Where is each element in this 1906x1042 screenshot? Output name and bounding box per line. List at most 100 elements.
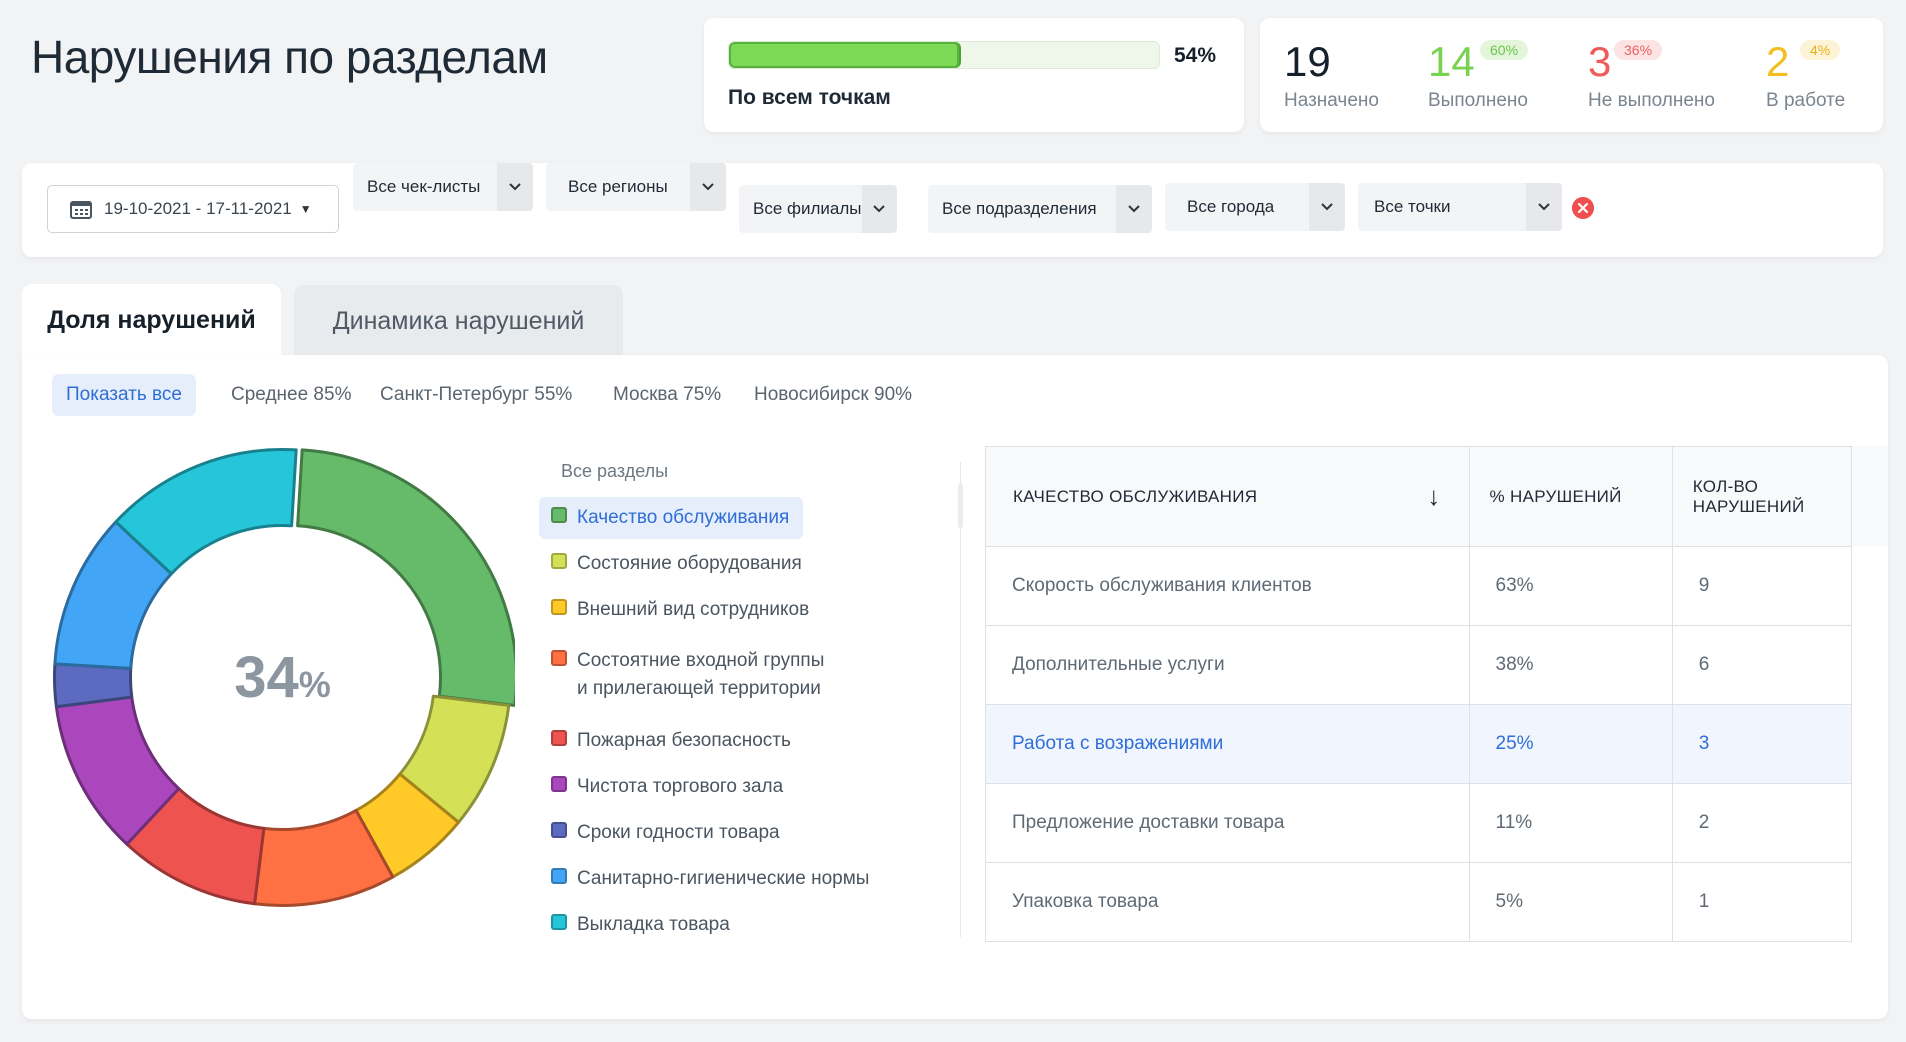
legend-item[interactable]: Чистота торгового зала <box>539 766 797 808</box>
legend-label: Сроки годности товара <box>577 822 780 843</box>
table-header-edge <box>1852 446 1888 546</box>
column-header-category[interactable]: КАЧЕСТВО ОБСЛУЖИВАНИЯ ↓ <box>985 446 1470 547</box>
date-range-picker[interactable]: 19-10-2021 - 17-11-2021 ▼ <box>47 185 339 233</box>
chevron-down-icon <box>861 185 897 233</box>
tab-violations-dynamics[interactable]: Динамика нарушений <box>294 285 623 357</box>
donut-center-value: 34 % <box>50 445 515 910</box>
stat-label: В работе <box>1766 90 1846 111</box>
header-label: КАЧЕСТВО ОБСЛУЖИВАНИЯ <box>1013 486 1258 506</box>
cell-count: 2 <box>1671 783 1853 863</box>
cell-count: 9 <box>1671 546 1853 626</box>
select-label: Все чек-листы <box>367 177 481 196</box>
legend-item[interactable]: Качество обслуживания <box>539 497 804 539</box>
legend-label: Санитарно-гигиенические нормы <box>577 868 870 889</box>
stat-label: Назначено <box>1284 90 1379 111</box>
column-header-count[interactable]: КОЛ-ВО НАРУШЕНИЙ <box>1671 446 1853 547</box>
legend-label: Состоятние входной группы и прилегающей … <box>577 650 825 699</box>
cell-category: Скорость обслуживания клиентов <box>985 546 1470 626</box>
select-cities[interactable]: Все города <box>1165 183 1345 231</box>
table-header-row: КАЧЕСТВО ОБСЛУЖИВАНИЯ ↓ % НАРУШЕНИЙ КОЛ-… <box>985 446 1853 547</box>
chevron-down-icon <box>690 163 726 211</box>
city-filter-spb[interactable]: Санкт-Петербург 55% <box>366 374 586 416</box>
select-departments[interactable]: Все подразделения <box>928 185 1152 233</box>
cell-percent: 5% <box>1468 862 1673 942</box>
stat-assigned: 19 Назначено <box>1284 38 1379 112</box>
legend-swatch <box>551 730 567 746</box>
tab-violations-share[interactable]: Доля нарушений <box>22 284 281 356</box>
cell-percent: 63% <box>1468 546 1673 626</box>
progress-bar <box>728 41 1160 69</box>
filter-bar: 19-10-2021 - 17-11-2021 ▼ Все чек-листы … <box>22 163 1883 257</box>
legend-scrollbar[interactable] <box>958 483 963 528</box>
legend-item[interactable]: Состоятние входной группы и прилегающей … <box>539 640 838 710</box>
legend-swatch <box>551 822 567 838</box>
calendar-icon <box>70 201 92 219</box>
legend-label: Внешний вид сотрудников <box>577 599 810 620</box>
city-filter-moscow[interactable]: Москва 75% <box>599 374 735 416</box>
progress-percent: 54% <box>1174 44 1217 67</box>
stat-badge: 4% <box>1800 40 1841 60</box>
table-row[interactable]: Скорость обслуживания клиентов 63% 9 <box>985 546 1853 626</box>
overall-progress-card: 54% По всем точкам <box>704 18 1244 132</box>
cell-count: 1 <box>1671 862 1853 942</box>
divider <box>960 462 961 937</box>
select-label: Все регионы <box>568 177 668 196</box>
stat-value: 19 <box>1284 38 1331 85</box>
chevron-down-icon <box>1116 185 1152 233</box>
stat-label: Не выполнено <box>1588 90 1715 111</box>
table-row[interactable]: Дополнительные услуги 38% 6 <box>985 625 1853 705</box>
legend-label: Пожарная безопасность <box>577 730 791 751</box>
legend-label: Качество обслуживания <box>577 507 790 528</box>
violations-table: КАЧЕСТВО ОБСЛУЖИВАНИЯ ↓ % НАРУШЕНИЙ КОЛ-… <box>985 446 1853 942</box>
legend-item[interactable]: Пожарная безопасность <box>539 720 805 762</box>
chevron-down-icon <box>497 163 533 211</box>
legend-swatch <box>551 599 567 615</box>
cell-percent: 25% <box>1468 704 1673 784</box>
cell-count: 6 <box>1671 625 1853 705</box>
cell-percent: 38% <box>1468 625 1673 705</box>
page-title: Нарушения по разделам <box>31 31 548 83</box>
center-number: 34 <box>234 645 299 710</box>
stat-badge: 36% <box>1614 40 1663 60</box>
date-range-value: 19-10-2021 - 17-11-2021 <box>104 199 292 218</box>
select-label: Все филиалы <box>753 199 862 218</box>
legend-item[interactable]: Выкладка товара <box>539 904 744 946</box>
stat-label: Выполнено <box>1428 90 1528 111</box>
legend-swatch <box>551 868 567 884</box>
select-points[interactable]: Все точки <box>1358 183 1562 231</box>
city-filter-novosibirsk[interactable]: Новосибирск 90% <box>740 374 926 416</box>
table-row[interactable]: Предложение доставки товара 11% 2 <box>985 783 1853 863</box>
stat-badge: 60% <box>1480 40 1529 60</box>
cell-count: 3 <box>1671 704 1853 784</box>
select-label: Все точки <box>1374 197 1451 216</box>
city-filter-average[interactable]: Среднее 85% <box>217 374 365 416</box>
select-label: Все города <box>1187 197 1275 216</box>
legend-label: Состояние оборудования <box>577 553 802 574</box>
legend-item[interactable]: Санитарно-гигиенические нормы <box>539 858 883 900</box>
clear-filters-icon[interactable] <box>1572 197 1594 219</box>
chevron-down-icon <box>1309 183 1345 231</box>
city-filter-show-all[interactable]: Показать все <box>52 374 196 416</box>
chevron-down-icon <box>1526 183 1562 231</box>
chevron-down-icon: ▼ <box>299 202 312 216</box>
legend-item[interactable]: Внешний вид сотрудников <box>539 589 823 631</box>
select-branches[interactable]: Все филиалы <box>739 185 897 233</box>
legend-swatch <box>551 650 567 666</box>
legend-swatch <box>551 553 567 569</box>
sort-arrow-down-icon[interactable]: ↓ <box>1427 481 1440 512</box>
table-row[interactable]: Работа с возражениями 25% 3 <box>985 704 1853 784</box>
legend-title[interactable]: Все разделы <box>561 461 668 482</box>
cell-category: Упаковка товара <box>985 862 1470 942</box>
table-row[interactable]: Упаковка товара 5% 1 <box>985 862 1853 942</box>
center-unit: % <box>298 663 331 705</box>
column-header-percent[interactable]: % НАРУШЕНИЙ <box>1468 446 1673 547</box>
legend-item[interactable]: Состояние оборудования <box>539 543 816 585</box>
cell-percent: 11% <box>1468 783 1673 863</box>
legend-label: Чистота торгового зала <box>577 776 784 797</box>
legend-swatch <box>551 914 567 930</box>
legend-item[interactable]: Сроки годности товара <box>539 812 794 854</box>
select-regions[interactable]: Все регионы <box>546 163 726 211</box>
legend-swatch <box>551 776 567 792</box>
cell-category: Предложение доставки товара <box>985 783 1470 863</box>
select-checklists[interactable]: Все чек-листы <box>353 163 533 211</box>
